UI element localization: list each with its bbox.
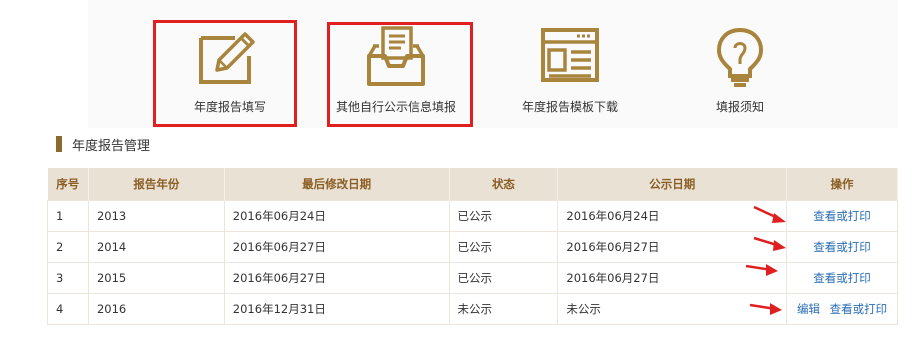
- tool-label: 年度报告模板下载: [521, 100, 618, 114]
- cell-modified: 2016年06月24日: [223, 200, 450, 232]
- cell-modified: 2016年12月31日: [223, 293, 450, 325]
- pencil-edit-icon: [199, 32, 255, 84]
- cell-year: 2013: [87, 200, 225, 232]
- cell-no: 3: [47, 262, 89, 294]
- table-row: 4 2016 2016年12月31日 未公示 未公示 编辑 查看或打印: [47, 293, 898, 325]
- section-title: 年度报告管理: [72, 138, 151, 154]
- cell-status: 已公示: [448, 200, 559, 232]
- cell-year: 2016: [87, 293, 225, 325]
- cell-publish-date: 2016年06月24日: [557, 200, 788, 232]
- column-header: 状态: [449, 168, 559, 201]
- inbox-tray-icon: [367, 26, 425, 86]
- view-print-link[interactable]: 查看或打印: [830, 302, 888, 316]
- cell-status: 已公示: [448, 231, 559, 263]
- lightbulb-icon: [716, 27, 764, 87]
- view-print-link[interactable]: 查看或打印: [813, 240, 871, 254]
- template-window-icon: [541, 28, 599, 82]
- annual-report-table: 序号 报告年份 最后修改日期 状态 公示日期 操作 1 2013 2016年06…: [47, 168, 898, 325]
- cell-no: 2: [47, 231, 89, 263]
- cell-year: 2014: [87, 231, 225, 263]
- cell-modified: 2016年06月27日: [223, 262, 450, 294]
- tool-filing-notice[interactable]: 填报须知: [700, 14, 780, 124]
- column-header: 最后修改日期: [224, 168, 450, 201]
- tool-label: 其他自行公示信息填报: [335, 100, 456, 114]
- table-row: 2 2014 2016年06月27日 已公示 2016年06月27日 查看或打印: [47, 231, 898, 263]
- cell-year: 2015: [87, 262, 225, 294]
- cell-publish-date: 2016年06月27日: [557, 262, 788, 294]
- table-row: 3 2015 2016年06月27日 已公示 2016年06月27日 查看或打印: [47, 262, 898, 294]
- section-header: 年度报告管理: [56, 136, 151, 154]
- cell-no: 1: [47, 200, 89, 232]
- cell-status: 未公示: [448, 293, 559, 325]
- edit-link[interactable]: 编辑: [797, 302, 820, 316]
- column-header: 序号: [47, 168, 89, 201]
- cell-actions: 查看或打印: [786, 200, 898, 232]
- column-header: 报告年份: [88, 168, 225, 201]
- tool-label: 年度报告填写: [193, 100, 266, 114]
- table-header-row: 序号 报告年份 最后修改日期 状态 公示日期 操作: [47, 168, 898, 201]
- cell-modified: 2016年06月27日: [223, 231, 450, 263]
- cell-no: 4: [47, 293, 89, 325]
- cell-publish-date: 未公示: [557, 293, 788, 325]
- cell-actions: 编辑 查看或打印: [786, 293, 898, 325]
- tool-template-download[interactable]: 年度报告模板下载: [510, 14, 630, 124]
- view-print-link[interactable]: 查看或打印: [813, 271, 871, 285]
- view-print-link[interactable]: 查看或打印: [813, 209, 871, 223]
- tool-other-public-info[interactable]: 其他自行公示信息填报: [326, 14, 466, 124]
- column-header: 公示日期: [557, 168, 788, 201]
- tool-annual-report-fill[interactable]: 年度报告填写: [180, 14, 280, 124]
- cell-actions: 查看或打印: [786, 262, 898, 294]
- table-row: 1 2013 2016年06月24日 已公示 2016年06月24日 查看或打印: [47, 200, 898, 232]
- tool-label: 填报须知: [715, 100, 764, 114]
- cell-status: 已公示: [448, 262, 559, 294]
- cell-publish-date: 2016年06月27日: [557, 231, 788, 263]
- cell-actions: 查看或打印: [786, 231, 898, 263]
- section-bar: [56, 136, 62, 152]
- column-header: 操作: [786, 168, 898, 201]
